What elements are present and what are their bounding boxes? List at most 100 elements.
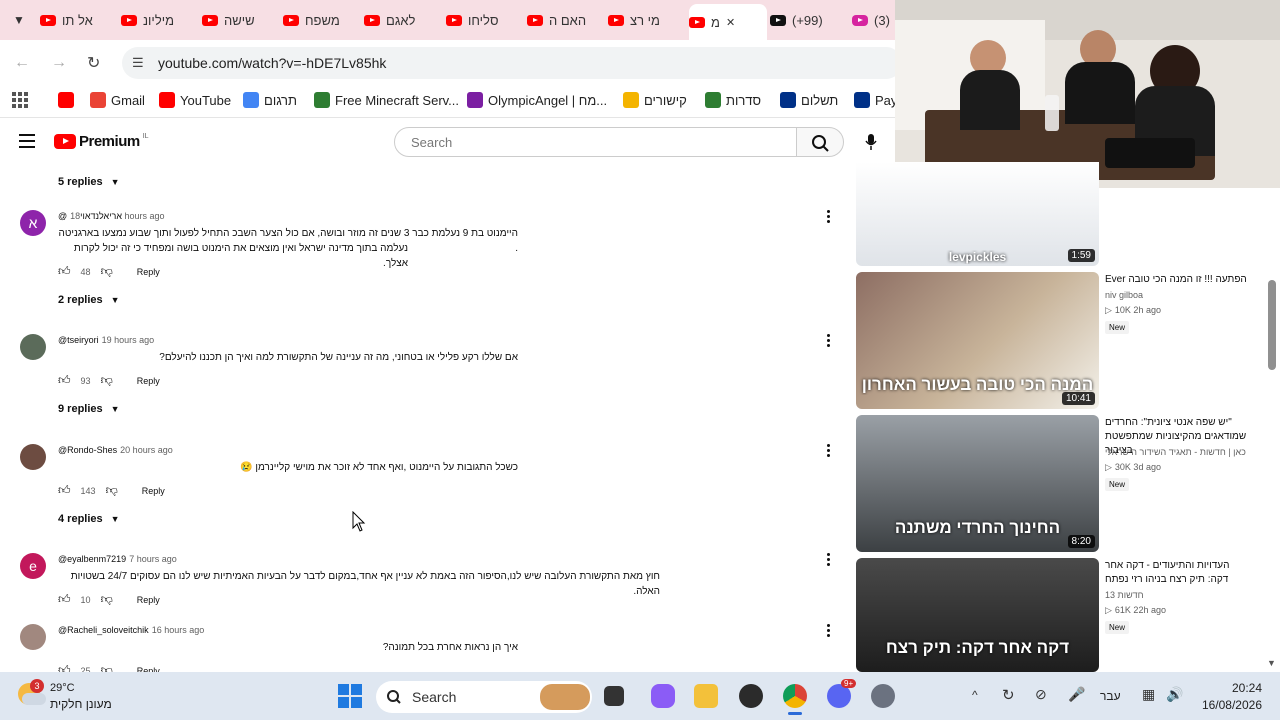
mini-player-video[interactable] xyxy=(895,0,1280,188)
more-options-icon[interactable] xyxy=(826,210,830,224)
browser-tab[interactable]: מיליונ xyxy=(121,6,193,34)
volume-icon[interactable]: 🔊 xyxy=(1166,686,1183,703)
copilot-icon[interactable] xyxy=(651,684,675,708)
scroll-down-arrow-icon[interactable]: ▼ xyxy=(1267,658,1276,668)
browser-tab[interactable]: סליחו xyxy=(446,6,518,34)
microphone-icon[interactable]: 🎤 xyxy=(1068,686,1085,703)
avatar[interactable] xyxy=(20,444,46,470)
sync-icon[interactable]: ↻ xyxy=(1002,686,1015,704)
tab-label: משפח xyxy=(305,12,340,28)
taskbar-search[interactable]: Search xyxy=(376,681,592,713)
browser-tab[interactable]: ✕ מ xyxy=(689,4,767,40)
no-network-icon[interactable]: ⊘ xyxy=(1035,686,1047,703)
bookmark-item[interactable]: OlympicAngel | מח... xyxy=(467,92,607,108)
tab-search-button[interactable]: ▼ xyxy=(8,10,30,30)
task-view-icon[interactable] xyxy=(604,686,624,706)
video-thumbnail[interactable]: דקה אחר דקה: תיק רצח xyxy=(856,558,1099,672)
bookmark-item[interactable]: Payl xyxy=(854,92,900,108)
browser-tab[interactable]: (99+) xyxy=(770,6,840,34)
reply-button[interactable]: Reply xyxy=(137,595,160,605)
reply-button[interactable]: Reply xyxy=(142,486,165,496)
comment-author[interactable]: @Racheli_soloveitchik xyxy=(58,625,149,635)
avatar[interactable] xyxy=(20,334,46,360)
replies-toggle[interactable]: 9 replies ▼ xyxy=(58,403,120,415)
voice-search-icon[interactable] xyxy=(864,133,878,151)
bookmark-item[interactable]: סדרות xyxy=(705,92,761,108)
youtube-logo[interactable]: Premium IL xyxy=(54,133,149,150)
dislike-icon[interactable]: 👎︎ xyxy=(106,483,118,498)
video-thumbnail[interactable]: המנה הכי טובה בעשור האחרון 10:41 xyxy=(856,272,1099,409)
like-icon[interactable]: 👍︎ xyxy=(58,483,71,498)
bookmark-item[interactable]: YouTube xyxy=(159,92,231,108)
browser-tab[interactable]: שישה xyxy=(202,6,274,34)
video-thumbnail[interactable]: החינוך החרדי משתנה 8:20 xyxy=(856,415,1099,552)
video-title[interactable]: הפתעה !!! זו המנה הכי טובה Ever xyxy=(1105,273,1250,287)
more-options-icon[interactable] xyxy=(826,334,830,348)
bookmark-item[interactable]: תרגום xyxy=(243,92,297,108)
chrome-icon[interactable] xyxy=(783,684,807,708)
apps-grid-icon[interactable] xyxy=(12,92,28,108)
comment-author[interactable]: @tseiryori xyxy=(58,335,99,345)
browser-tab[interactable]: האם ה xyxy=(527,6,599,34)
file-explorer-icon[interactable] xyxy=(694,684,718,708)
url-text[interactable]: youtube.com/watch?v=-hDE7Lv85hk xyxy=(158,55,386,71)
browser-tab[interactable]: מי רצ xyxy=(608,6,680,34)
search-icon xyxy=(812,135,829,152)
replies-toggle[interactable]: 2 replies ▼ xyxy=(58,294,120,306)
browser-tab[interactable]: לאגם xyxy=(364,6,436,34)
channel-name[interactable]: niv gilboa xyxy=(1105,290,1255,300)
channel-name[interactable]: כאן | חדשות - תאגיד השידור הישראלי xyxy=(1105,447,1255,457)
avatar[interactable] xyxy=(20,624,46,650)
close-tab-icon[interactable]: ✕ xyxy=(726,16,735,29)
replies-toggle[interactable]: 4 replies ▼ xyxy=(58,513,120,525)
site-info-icon[interactable]: ☰ xyxy=(132,55,144,71)
bookmark-item[interactable]: Gmail xyxy=(90,92,145,108)
browser-tab[interactable]: (3) xyxy=(852,6,896,34)
tab-label: סליחו xyxy=(468,12,499,28)
weather-widget[interactable]: 3 29°C מעונן חלקית xyxy=(16,679,126,715)
video-thumbnail[interactable]: levpickles 1:59 xyxy=(856,162,1099,266)
avatar[interactable]: e xyxy=(20,553,46,579)
replies-label: 4 replies xyxy=(58,513,103,525)
forward-icon[interactable]: → xyxy=(51,54,67,72)
chevron-down-icon: ▼ xyxy=(110,514,120,524)
bookmark-item[interactable]: תשלום xyxy=(780,92,838,108)
dislike-icon[interactable]: 👎︎ xyxy=(101,373,113,388)
more-options-icon[interactable] xyxy=(826,444,830,458)
browser-tab[interactable]: משפח xyxy=(283,6,355,34)
like-icon[interactable]: 👍︎ xyxy=(58,592,71,607)
more-options-icon[interactable] xyxy=(826,553,830,567)
reply-button[interactable]: Reply xyxy=(137,376,160,386)
back-icon[interactable]: ← xyxy=(14,54,30,72)
clock-date[interactable]: 16/08/2026 xyxy=(1200,698,1262,712)
replies-toggle[interactable]: 5 replies ▼ xyxy=(58,176,120,188)
browser-tab[interactable]: אל תו xyxy=(40,6,112,34)
tray-chevron-up-icon[interactable]: ^ xyxy=(972,688,978,702)
more-options-icon[interactable] xyxy=(826,624,830,638)
comment-author[interactable]: @eyalbenm7219 xyxy=(58,554,126,564)
search-button[interactable] xyxy=(796,127,844,157)
channel-name[interactable]: חדשות 13 xyxy=(1105,590,1255,600)
bookmark-item[interactable]: קישורים xyxy=(623,92,687,108)
dislike-icon[interactable]: 👎︎ xyxy=(101,264,113,279)
display-icon[interactable]: ▦ xyxy=(1142,686,1155,703)
hamburger-menu-icon[interactable] xyxy=(19,134,35,148)
reload-icon[interactable]: ↻ xyxy=(87,53,100,73)
app-icon[interactable] xyxy=(739,684,763,708)
language-indicator[interactable]: עבר xyxy=(1100,689,1121,703)
comment-author[interactable]: @Rondo-Shes xyxy=(58,445,117,455)
dislike-icon[interactable]: 👎︎ xyxy=(101,592,113,607)
like-icon[interactable]: 👍︎ xyxy=(58,264,71,279)
avatar[interactable]: א xyxy=(20,210,46,236)
like-icon[interactable]: 👍︎ xyxy=(58,373,71,388)
comment-author[interactable]: @אריאל‏נדאוי xyxy=(58,211,122,221)
search-input[interactable]: Search xyxy=(394,127,797,157)
windows-start-icon[interactable] xyxy=(338,684,362,708)
settings-gear-icon[interactable] xyxy=(871,684,895,708)
reply-button[interactable]: Reply xyxy=(137,267,160,277)
bookmark-item[interactable] xyxy=(58,92,79,108)
video-title[interactable]: העדויות והתיעודים - דקה אחר דקה: תיק רצח… xyxy=(1105,559,1250,587)
clock-time[interactable]: 20:24 xyxy=(1228,681,1262,695)
bookmark-item[interactable]: Free Minecraft Serv... xyxy=(314,92,459,108)
page-scrollbar[interactable] xyxy=(1268,280,1276,370)
